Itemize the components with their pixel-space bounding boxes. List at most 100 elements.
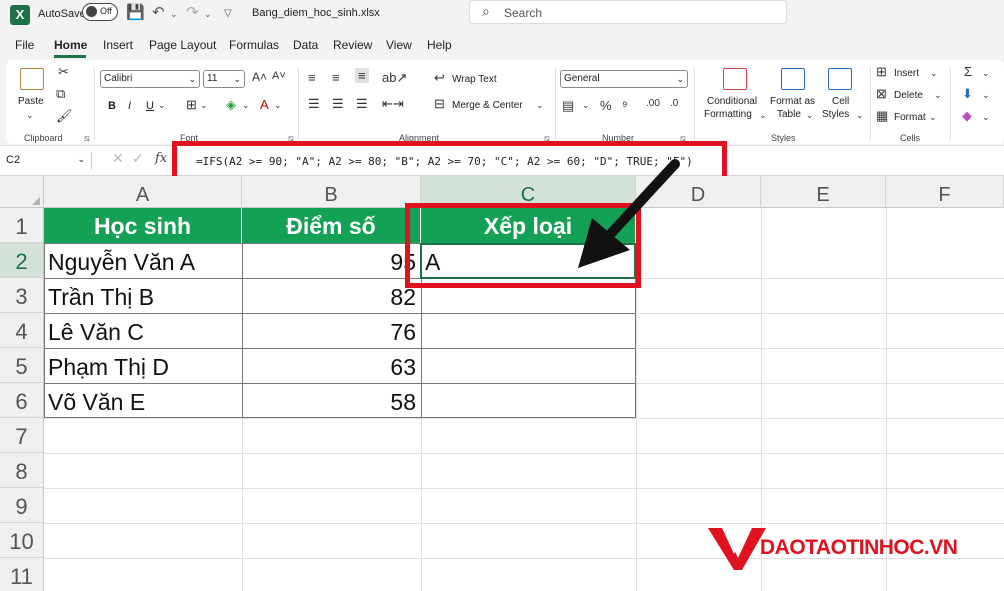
conditional-formatting-line2[interactable]: Formatting (704, 109, 752, 120)
save-icon[interactable]: 💾 (126, 3, 145, 21)
underline-dropdown-icon[interactable]: ⌄ (158, 100, 166, 111)
cell-a1[interactable]: Học sinh (44, 208, 242, 243)
copy-icon[interactable]: ⧉ (56, 86, 65, 102)
underline-button[interactable]: U (146, 100, 154, 112)
row-header-3[interactable]: 3 (0, 278, 44, 313)
italic-button[interactable]: I (128, 100, 131, 112)
row-header-4[interactable]: 4 (0, 313, 44, 348)
chevron-down-icon[interactable]: ⌄ (929, 112, 937, 123)
column-header-e[interactable]: E (761, 176, 886, 208)
align-center-icon[interactable]: ☰ (332, 96, 344, 112)
format-button[interactable]: Format (894, 112, 926, 123)
tab-formulas[interactable]: Formulas (229, 38, 279, 52)
autosum-icon[interactable]: Σ (964, 64, 972, 79)
autosave-toggle[interactable]: Off (82, 3, 118, 21)
merge-center-button[interactable]: Merge & Center (452, 100, 523, 111)
delete-cells-icon[interactable]: ⊠ (876, 86, 887, 102)
merge-center-icon[interactable]: ⊟ (434, 96, 445, 112)
align-left-icon[interactable]: ☰ (308, 96, 320, 112)
fill-color-icon[interactable]: ◈ (226, 97, 236, 113)
redo-icon[interactable]: ↷ (186, 3, 199, 21)
increase-decimal-icon[interactable]: .00 (646, 98, 660, 109)
tab-help[interactable]: Help (427, 38, 452, 52)
chevron-down-icon[interactable]: ⌄ (930, 68, 938, 79)
tab-data[interactable]: Data (293, 38, 318, 52)
select-all-button[interactable] (0, 176, 44, 208)
bold-button[interactable]: B (108, 100, 116, 112)
tab-page-layout[interactable]: Page Layout (149, 38, 216, 52)
font-name-select[interactable]: Calibri ⌄ (100, 70, 200, 88)
font-color-icon[interactable]: A (260, 97, 269, 112)
chevron-down-icon[interactable]: ⌄ (806, 110, 814, 121)
accounting-format-icon[interactable]: ▤ (562, 98, 574, 114)
tab-view[interactable]: View (386, 38, 412, 52)
wrap-text-icon[interactable]: ↩ (434, 70, 445, 86)
accounting-dropdown-icon[interactable]: ⌄ (582, 100, 590, 111)
row-header-2[interactable]: 2 (0, 243, 44, 278)
cancel-icon[interactable]: ✕ (112, 150, 124, 167)
borders-dropdown-icon[interactable]: ⌄ (200, 100, 208, 111)
comma-style-icon[interactable]: ⁹ (622, 98, 628, 113)
cut-icon[interactable]: ✂ (58, 64, 69, 80)
fill-color-dropdown-icon[interactable]: ⌄ (242, 100, 250, 111)
format-as-table-line2[interactable]: Table (777, 109, 801, 120)
enter-icon[interactable]: ✓ (132, 150, 144, 167)
row-header-10[interactable]: 10 (0, 523, 44, 558)
column-header-f[interactable]: F (886, 176, 1004, 208)
wrap-text-button[interactable]: Wrap Text (452, 74, 497, 85)
paste-icon[interactable] (20, 68, 44, 90)
merge-dropdown-icon[interactable]: ⌄ (536, 100, 544, 111)
align-right-icon[interactable]: ☰ (356, 96, 368, 112)
fill-icon[interactable]: ⬇ (962, 86, 973, 102)
font-size-select[interactable]: 11 ⌄ (203, 70, 245, 88)
borders-icon[interactable]: ⊞ (186, 97, 197, 113)
row-header-5[interactable]: 5 (0, 348, 44, 383)
chevron-down-icon[interactable]: ⌄ (856, 110, 864, 121)
decrease-decimal-icon[interactable]: .0 (670, 98, 678, 109)
format-as-table-line1[interactable]: Format as (770, 96, 815, 107)
format-as-table-icon[interactable] (781, 68, 805, 90)
conditional-formatting-icon[interactable] (723, 68, 747, 90)
tab-insert[interactable]: Insert (103, 38, 133, 52)
tab-home[interactable]: Home (54, 38, 87, 52)
align-middle-icon[interactable]: ≡ (332, 70, 340, 85)
insert-cells-icon[interactable]: ⊞ (876, 64, 887, 80)
conditional-formatting-line1[interactable]: Conditional (707, 96, 757, 107)
delete-button[interactable]: Delete (894, 90, 923, 101)
chevron-down-icon[interactable]: ⌄ (982, 112, 990, 123)
row-header-1[interactable]: 1 (0, 208, 44, 243)
redo-dropdown-icon[interactable]: ⌄ (204, 9, 212, 20)
insert-function-button[interactable]: fx (155, 151, 167, 166)
column-header-b[interactable]: B (242, 176, 421, 208)
column-header-d[interactable]: D (636, 176, 761, 208)
insert-button[interactable]: Insert (894, 68, 919, 79)
row-header-7[interactable]: 7 (0, 418, 44, 453)
tab-review[interactable]: Review (333, 38, 372, 52)
chevron-down-icon[interactable]: ⌄ (759, 110, 767, 121)
align-bottom-icon[interactable]: ≡ (355, 68, 369, 83)
chevron-down-icon[interactable]: ⌄ (934, 90, 942, 101)
number-format-select[interactable]: General ⌄ (560, 70, 688, 88)
chevron-down-icon[interactable]: ⌄ (982, 90, 990, 101)
clear-icon[interactable]: ◆ (962, 108, 972, 124)
format-cells-icon[interactable]: ▦ (876, 108, 888, 124)
row-header-11[interactable]: 11 (0, 558, 44, 591)
cell-styles-line2[interactable]: Styles (822, 109, 849, 120)
search-box[interactable]: ⌕ Search (469, 0, 787, 24)
cell-b1[interactable]: Điểm số (242, 208, 421, 243)
percent-style-icon[interactable]: % (600, 98, 612, 113)
indent-icon[interactable]: ⇤⇥ (382, 96, 404, 112)
font-color-dropdown-icon[interactable]: ⌄ (274, 100, 282, 111)
row-header-8[interactable]: 8 (0, 453, 44, 488)
customize-toolbar-icon[interactable]: ▽ (224, 8, 232, 19)
format-painter-icon[interactable]: 🖌 (56, 108, 73, 124)
cell-styles-line1[interactable]: Cell (832, 96, 849, 107)
increase-font-icon[interactable]: A˄ (252, 70, 267, 84)
chevron-down-icon[interactable]: ⌄ (982, 68, 990, 79)
align-top-icon[interactable]: ≡ (308, 70, 316, 85)
decrease-font-icon[interactable]: A˅ (272, 70, 286, 82)
paste-button[interactable]: Paste (18, 96, 44, 107)
cell-styles-icon[interactable] (828, 68, 852, 90)
paste-dropdown-icon[interactable]: ⌄ (26, 110, 34, 121)
column-header-a[interactable]: A (44, 176, 242, 208)
